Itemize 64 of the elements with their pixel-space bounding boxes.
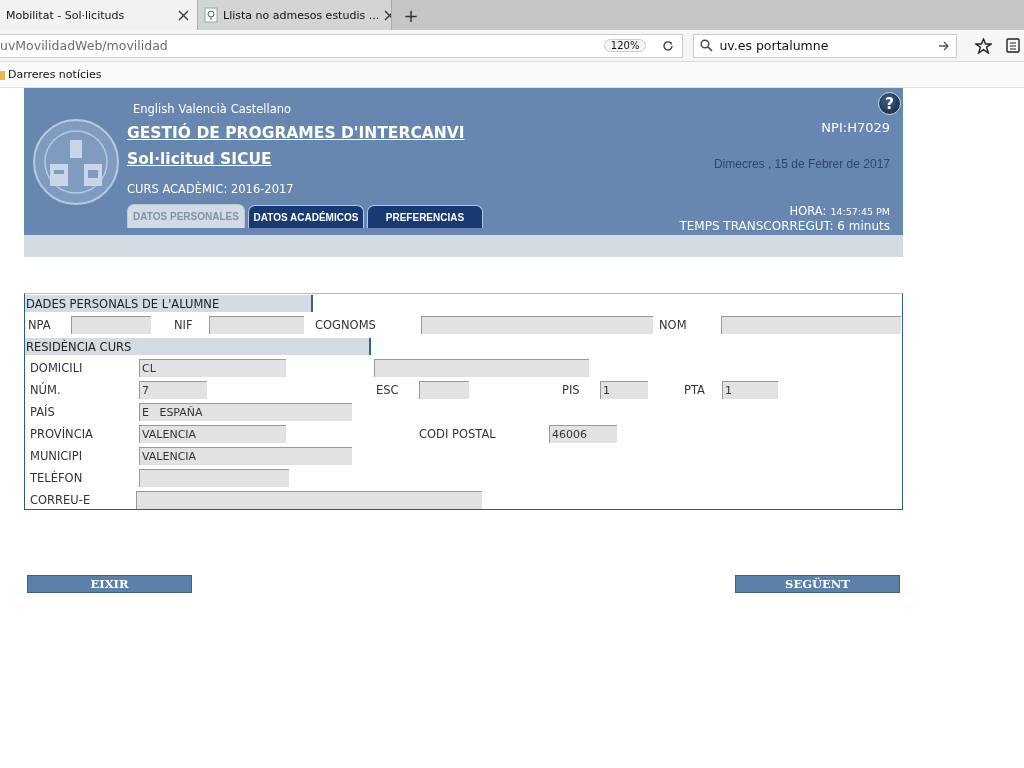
input-field[interactable] xyxy=(419,381,469,399)
field-label: CODI POSTAL xyxy=(419,427,497,441)
input-field[interactable] xyxy=(71,316,151,334)
field-label: PTA xyxy=(684,383,706,397)
field-label: DOMICILI xyxy=(30,361,84,375)
date-label: Dimecres , 15 de Febrer de 2017 xyxy=(713,157,890,171)
time-value: 14:57:45 PM xyxy=(830,206,890,217)
input-field[interactable]: VALENCIA xyxy=(139,425,286,443)
field-label: PIS xyxy=(562,383,581,397)
field-label: MUNICIPI xyxy=(30,449,84,463)
page-subtitle[interactable]: Sol·licitud SICUE xyxy=(127,150,583,168)
input-field[interactable]: 1 xyxy=(600,381,648,399)
close-icon[interactable] xyxy=(178,9,189,21)
nav-button[interactable]: SEGÜENT xyxy=(735,575,900,593)
field-label: ESC xyxy=(376,383,400,397)
form-tab[interactable]: DATOS ACADÉMICOS xyxy=(248,205,364,228)
input-field[interactable]: E ESPAÑA xyxy=(139,403,352,421)
field-label: PROVÍNCIA xyxy=(30,427,94,441)
form-tab[interactable]: PREFERENCIAS xyxy=(367,205,483,228)
input-field[interactable]: 46006 xyxy=(549,425,617,443)
help-button[interactable]: ? xyxy=(878,92,901,115)
search-icon xyxy=(700,39,714,52)
section-header: RESIDÈNCIA CURS xyxy=(25,338,371,355)
nav-button[interactable]: EIXIR xyxy=(27,575,192,593)
page-icon xyxy=(204,7,218,23)
time-label: HORA: xyxy=(789,204,827,218)
browser-tab[interactable]: Llista no admesos estudis ... xyxy=(198,0,392,30)
input-field[interactable] xyxy=(721,316,901,334)
field-label: NPA xyxy=(28,318,52,332)
field-label: CORREU-E xyxy=(30,493,92,507)
field-label: TELÈFON xyxy=(30,471,84,485)
input-field[interactable]: VALENCIA xyxy=(139,447,352,465)
course-label: CURS ACADÈMIC: 2016-2017 xyxy=(127,182,295,196)
input-field[interactable] xyxy=(139,469,289,487)
field-label: COGNOMS xyxy=(315,318,377,332)
page-title[interactable]: GESTIÓ DE PROGRAMES D'INTERCANVI xyxy=(127,124,583,142)
input-field[interactable]: CL xyxy=(139,359,286,377)
input-field[interactable]: 1 xyxy=(722,381,778,399)
folder-icon xyxy=(0,68,5,81)
language-link[interactable]: English xyxy=(133,102,175,116)
arrow-icon[interactable] xyxy=(938,40,950,51)
input-field[interactable]: 7 xyxy=(139,381,207,399)
reload-icon[interactable] xyxy=(662,39,675,52)
input-field[interactable] xyxy=(209,316,304,334)
elapsed-time-label: TEMPS TRANSCORREGUT: 6 minuts xyxy=(679,219,890,233)
language-link[interactable]: Castellano xyxy=(230,102,292,116)
language-link[interactable]: Valencià xyxy=(178,102,227,116)
address-bar[interactable]: uvMovilidadWeb/movilidad 120% xyxy=(0,33,684,58)
search-field[interactable]: uv.es portalumne xyxy=(693,33,957,58)
field-label: NIF xyxy=(174,318,194,332)
bookmark-item[interactable]: Darreres notícies xyxy=(0,68,102,81)
browser-tab[interactable]: Mobilitat - Sol·licituds xyxy=(0,0,198,30)
field-label: NOM xyxy=(659,318,688,332)
reading-list-icon[interactable] xyxy=(1006,38,1020,53)
seal-icon xyxy=(31,118,120,206)
input-field[interactable] xyxy=(136,491,482,509)
input-field[interactable] xyxy=(374,359,589,377)
zoom-badge[interactable]: 120% xyxy=(603,39,647,52)
input-field[interactable] xyxy=(421,316,653,334)
field-label: NÚM. xyxy=(30,383,62,397)
section-header: DADES PERSONALS DE L'ALUMNE xyxy=(25,295,313,312)
field-label: PAÍS xyxy=(30,405,56,419)
star-icon[interactable] xyxy=(975,37,992,54)
npi-label: NPI:H7029 xyxy=(821,120,890,135)
